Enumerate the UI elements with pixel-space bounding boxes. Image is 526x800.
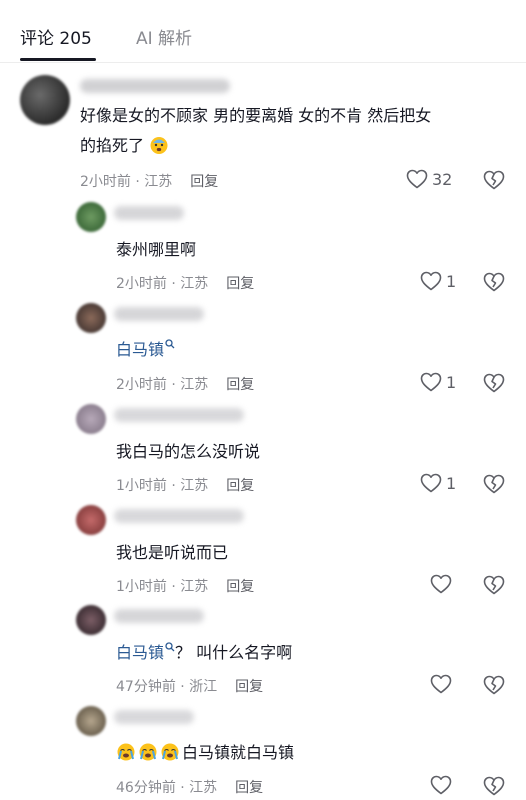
comment-text: 白马镇 [116,335,175,365]
username[interactable] [114,206,184,220]
reply-button[interactable]: 回复 [235,780,263,796]
reply-button[interactable]: 回复 [226,478,254,494]
search-icon [165,642,175,652]
comment-tabs: 评论 205 AI 解析 [0,0,526,63]
comment-time-location: 2小时前 · 江苏 [80,174,173,190]
dislike-button[interactable] [483,170,505,194]
like-count: 1 [446,372,457,392]
like-button[interactable] [430,674,456,694]
username[interactable] [114,509,244,523]
comment-text: 泰州哪里啊 [116,240,197,259]
comment-time-location: 2小时前 · 江苏 [116,377,209,393]
broken-heart-icon [483,776,505,796]
comment-meta: 47分钟前 · 浙江 回复 [116,676,263,696]
heart-outline-icon [420,372,442,392]
active-tab-indicator [20,58,96,61]
comment-time-location: 2小时前 · 江苏 [116,276,209,292]
username[interactable] [114,710,194,724]
loudly-crying-emoji-icon [139,743,157,761]
like-button[interactable]: 32 [406,169,452,189]
like-button[interactable] [430,775,456,795]
dislike-button[interactable] [483,776,505,800]
like-button[interactable]: 1 [420,271,456,291]
avatar[interactable] [76,605,106,635]
username[interactable] [80,79,230,93]
like-button[interactable]: 1 [420,473,456,493]
avatar[interactable] [20,75,70,125]
broken-heart-icon [483,474,505,494]
reply-button[interactable]: 回复 [226,377,254,393]
heart-outline-icon [430,674,452,694]
broken-heart-icon [483,575,505,595]
comment-time-location: 1小时前 · 江苏 [116,579,209,595]
anxious-sweat-emoji-icon [150,137,168,154]
dislike-button[interactable] [483,575,505,599]
avatar[interactable] [76,505,106,535]
like-count: 1 [446,271,457,291]
comment-meta: 2小时前 · 江苏 回复 [80,171,218,191]
heart-outline-icon [420,271,442,291]
location-link[interactable]: 白马镇 [116,340,164,359]
username[interactable] [114,307,204,321]
broken-heart-icon [483,272,505,292]
avatar[interactable] [76,706,106,736]
comment-time-location: 1小时前 · 江苏 [116,478,209,494]
loudly-crying-emoji-icon [117,743,135,761]
like-count: 1 [446,473,457,493]
comment-meta: 1小时前 · 江苏 回复 [116,475,254,495]
heart-outline-icon [430,574,452,594]
tab-comments[interactable]: 评论 205 [20,24,92,49]
comment-meta: 2小时前 · 江苏 回复 [116,374,254,394]
reply-button[interactable]: 回复 [235,679,263,695]
heart-outline-icon [430,775,452,795]
comment-text: 我也是听说而已 [116,543,229,562]
dislike-button[interactable] [483,373,505,397]
avatar[interactable] [76,202,106,232]
avatar[interactable] [76,404,106,434]
location-link[interactable]: 白马镇 [116,643,164,662]
tab-ai-analysis[interactable]: AI 解析 [136,24,192,49]
dislike-button[interactable] [483,272,505,296]
comment-time-location: 46分钟前 · 江苏 [116,780,218,796]
avatar[interactable] [76,303,106,333]
reply-button[interactable]: 回复 [226,276,254,292]
comment-meta: 46分钟前 · 江苏 回复 [116,777,263,797]
like-button[interactable] [430,574,456,594]
heart-outline-icon [420,473,442,493]
broken-heart-icon [483,170,505,190]
comment-meta: 2小时前 · 江苏 回复 [116,273,254,293]
broken-heart-icon [483,373,505,393]
comment-time-location: 47分钟前 · 浙江 [116,679,218,695]
dislike-button[interactable] [483,675,505,699]
username[interactable] [114,609,204,623]
reply-button[interactable]: 回复 [190,174,218,190]
dislike-button[interactable] [483,474,505,498]
comment-meta: 1小时前 · 江苏 回复 [116,576,254,596]
reply-button[interactable]: 回复 [226,579,254,595]
loudly-crying-emoji-icon [161,743,179,761]
broken-heart-icon [483,675,505,695]
search-icon [165,339,175,349]
heart-outline-icon [406,169,428,189]
comment-text: 我白马的怎么没听说 [116,442,261,461]
comment-text: 白马镇？ 叫什么名字啊 [116,642,293,662]
comment-text: 白马镇就白马镇 [116,738,294,768]
username[interactable] [114,408,244,422]
like-button[interactable]: 1 [420,372,456,392]
comment-text: 好像是女的不顾家 男的要离婚 女的不肯 然后把女 的掐死了 [80,106,432,155]
like-count: 32 [432,169,453,189]
